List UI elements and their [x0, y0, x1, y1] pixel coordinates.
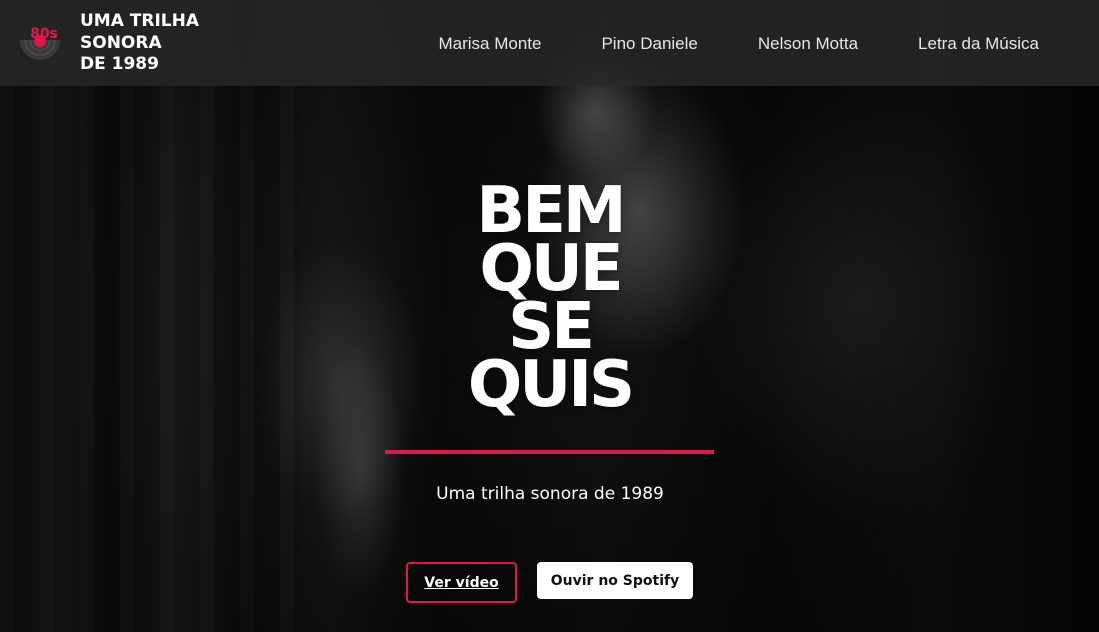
main-nav: Marisa Monte Pino Daniele Nelson Motta L… [438, 34, 1039, 54]
logo-text: 80s [30, 26, 58, 42]
hero-headline: BEM QUE SE QUIS [380, 179, 720, 422]
nav-link-letra-da-musica[interactable]: Letra da Música [918, 34, 1039, 54]
headline-line-4: QUIS [467, 348, 635, 422]
hero-subtitle: Uma trilha sonora de 1989 [436, 484, 664, 504]
vinyl-record-icon[interactable]: 80s [20, 22, 60, 62]
accent-divider [385, 450, 714, 454]
site-title[interactable]: UMA TRILHA SONORA DE 1989 [80, 11, 240, 76]
navbar: 80s UMA TRILHA SONORA DE 1989 Marisa Mon… [0, 0, 1099, 86]
site-title-line-2: SONORA [80, 32, 162, 53]
nav-link-nelson-motta[interactable]: Nelson Motta [758, 34, 858, 54]
watch-video-button[interactable]: Ver vídeo [406, 562, 517, 603]
nav-link-marisa-monte[interactable]: Marisa Monte [438, 34, 541, 54]
nav-link-pino-daniele[interactable]: Pino Daniele [601, 34, 697, 54]
listen-spotify-button[interactable]: Ouvir no Spotify [537, 562, 693, 599]
site-title-line-3: DE 1989 [80, 54, 159, 74]
site-title-line-1: UMA TRILHA [80, 11, 200, 31]
